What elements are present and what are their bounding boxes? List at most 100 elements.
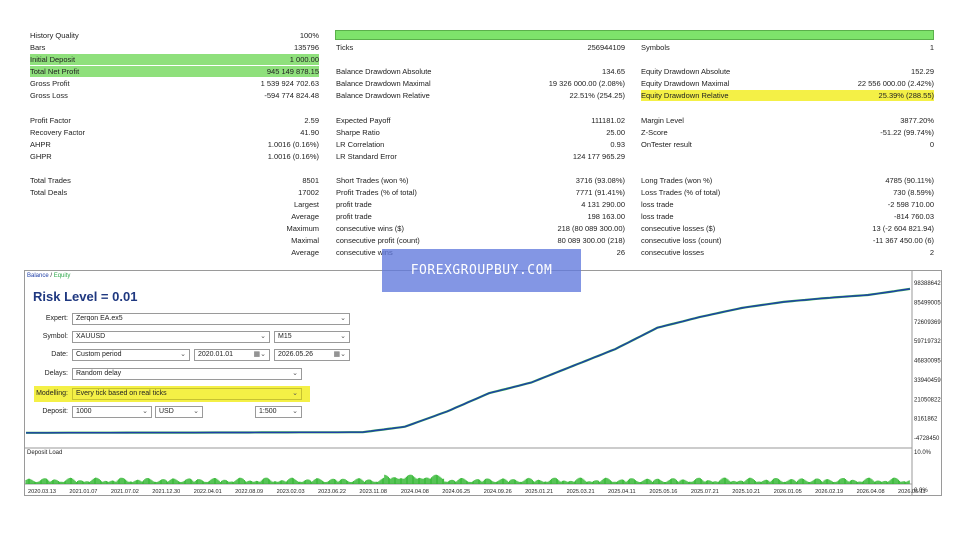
stats-col3: Symbols 1 Equity Drawdown Absolute 152.29 Eq… [641,42,934,260]
x-tick-label: 2024.06.25 [442,489,470,495]
modelling-select[interactable]: Every tick based on real ticks ⌄ [72,388,302,400]
stat-row: Balance Drawdown Maximal 19 326 000.00 (2… [336,78,625,89]
stat-row: Average [30,211,319,222]
stat-value: -814 760.03 [893,212,934,221]
stat-value: 134.65 [602,67,625,76]
stat-label: Equity Drawdown Maximal [641,79,730,88]
timeframe-value: M15 [278,333,292,340]
deposit-select[interactable]: 1000 ⌄ [72,406,152,418]
expert-select[interactable]: Zerqon EA.ex5 ⌄ [72,313,350,325]
stat-row: OnTester result 0 [641,139,934,150]
stats-col2: Ticks 256944109 Balance Drawdown Absolute 1… [336,42,625,260]
stat-row: Profit Trades (% of total) 7771 (91.41%) [336,187,625,198]
stat-label: Total Trades [30,176,71,185]
x-tick-label: 2025.03.21 [567,489,595,495]
stat-label: Balance Drawdown Absolute [336,67,432,76]
timeframe-select[interactable]: M15 ⌄ [274,331,350,343]
x-tick-label: 2021.01.07 [69,489,97,495]
stat-label: GHPR [30,152,52,161]
stat-value: 25.00 [606,128,625,137]
x-tick-label: 2023.02.03 [277,489,305,495]
x-tick-label: 2023.06.22 [318,489,346,495]
stat-value: 7771 (91.41%) [575,188,625,197]
stat-label: Profit Trades (% of total) [336,188,417,197]
symbol-label: Symbol: [42,333,68,340]
stat-value: 26 [616,248,625,257]
stat-row: History Quality 100% [30,30,319,41]
stat-row: Recovery Factor 41.90 [30,127,319,138]
stat-label: loss trade [641,200,674,209]
watermark: FOREXGROUPBUY.COM [382,249,581,292]
stat-row: consecutive losses 2 [641,247,934,258]
stat-value: 152.29 [911,67,934,76]
stat-label: AHPR [30,140,51,149]
x-tick-label: 2023.11.08 [359,489,387,495]
stat-row: Short Trades (won %) 3716 (93.08%) [336,175,625,186]
date-mode-select[interactable]: Custom period ⌄ [72,349,190,361]
stat-value: 19 326 000.00 (2.08%) [548,79,625,88]
stat-row: loss trade -2 598 710.00 [641,199,934,210]
symbol-value: XAUUSD [76,333,106,340]
calendar-icon[interactable]: ▦⌄ [254,350,266,360]
stat-value: 730 (8.59%) [893,188,934,197]
modelling-value: Every tick based on real ticks [76,390,167,397]
stat-row: GHPR 1.0016 (0.16%) [30,151,319,162]
date-to-value: 2026.05.26 [278,351,314,358]
calendar-icon[interactable]: ▦⌄ [334,350,346,360]
stat-label: Average [291,248,319,257]
stat-row: consecutive wins ($) 218 (80 089 300.00) [336,223,625,234]
expert-label: Expert: [45,315,68,322]
stat-row: profit trade 4 131 290.00 [336,199,625,210]
stat-row: Expected Payoff 111181.02 [336,115,625,126]
stat-value: 80 089 300.00 (218) [557,236,625,245]
stat-value: 2.59 [304,116,319,125]
stat-label: Bars [30,43,46,52]
chevron-down-icon: ⌄ [340,315,346,322]
x-tick-label: 2025.01.21 [525,489,553,495]
stat-row: Loss Trades (% of total) 730 (8.59%) [641,187,934,198]
x-tick-label: 2021.12.30 [152,489,180,495]
date-from-value: 2020.01.01 [198,351,234,358]
symbol-select[interactable]: XAUUSD ⌄ [72,331,270,343]
expert-value: Zerqon EA.ex5 [76,315,123,322]
stat-value: 4785 (90.11%) [885,176,934,185]
stats-col1: History Quality 100% Bars 135796 Initial Dep… [30,30,319,260]
stat-value: -594 774 824.48 [264,91,319,100]
deposit-load-bars [25,474,910,484]
y-tick-label: 8161862 [914,417,938,423]
delays-value: Random delay [76,370,122,377]
x-tick-label: 2025.07.21 [691,489,719,495]
stat-row: loss trade -814 760.03 [641,211,934,222]
stat-label: Gross Loss [30,91,68,100]
date-to-input[interactable]: 2026.05.26 ▦⌄ [274,349,350,361]
y-tick-label: -4728450 [914,436,940,442]
chevron-down-icon: ⌄ [180,351,186,358]
stat-row: Total Net Profit 945 149 878.15 [30,66,319,77]
stat-label: Sharpe Ratio [336,128,380,137]
y-tick-label: 59719732 [914,339,941,345]
deposit-value: 1000 [76,408,92,415]
leverage-select[interactable]: 1:500 ⌄ [255,406,302,418]
x-tick-label: 2025.04.11 [608,489,636,495]
x-tick-label: 2025.05.16 [649,489,677,495]
stat-row: Profit Factor 2.59 [30,115,319,126]
stat-row: Bars 135796 [30,42,319,53]
stat-label: consecutive losses [641,248,704,257]
delays-label: Delays: [44,370,68,377]
stat-row: profit trade 198 163.00 [336,211,625,222]
delays-select[interactable]: Random delay ⌄ [72,368,302,380]
stat-row: Maximum [30,223,319,234]
chevron-down-icon: ⌄ [193,408,199,415]
stat-label: Expected Payoff [336,116,391,125]
y-tick-label: 33940459 [914,378,941,384]
currency-select[interactable]: USD ⌄ [155,406,203,418]
stat-label: Long Trades (won %) [641,176,713,185]
date-from-input[interactable]: 2020.01.01 ▦⌄ [194,349,270,361]
stat-row: Maximal [30,235,319,246]
stat-label: LR Correlation [336,140,385,149]
stat-value: 135796 [293,43,319,52]
stat-label: loss trade [641,212,674,221]
stat-row: Gross Profit 1 539 924 702.63 [30,78,319,89]
x-tick-label: 2026.05.11 [898,489,926,495]
stat-label: Equity Drawdown Relative [641,91,729,100]
